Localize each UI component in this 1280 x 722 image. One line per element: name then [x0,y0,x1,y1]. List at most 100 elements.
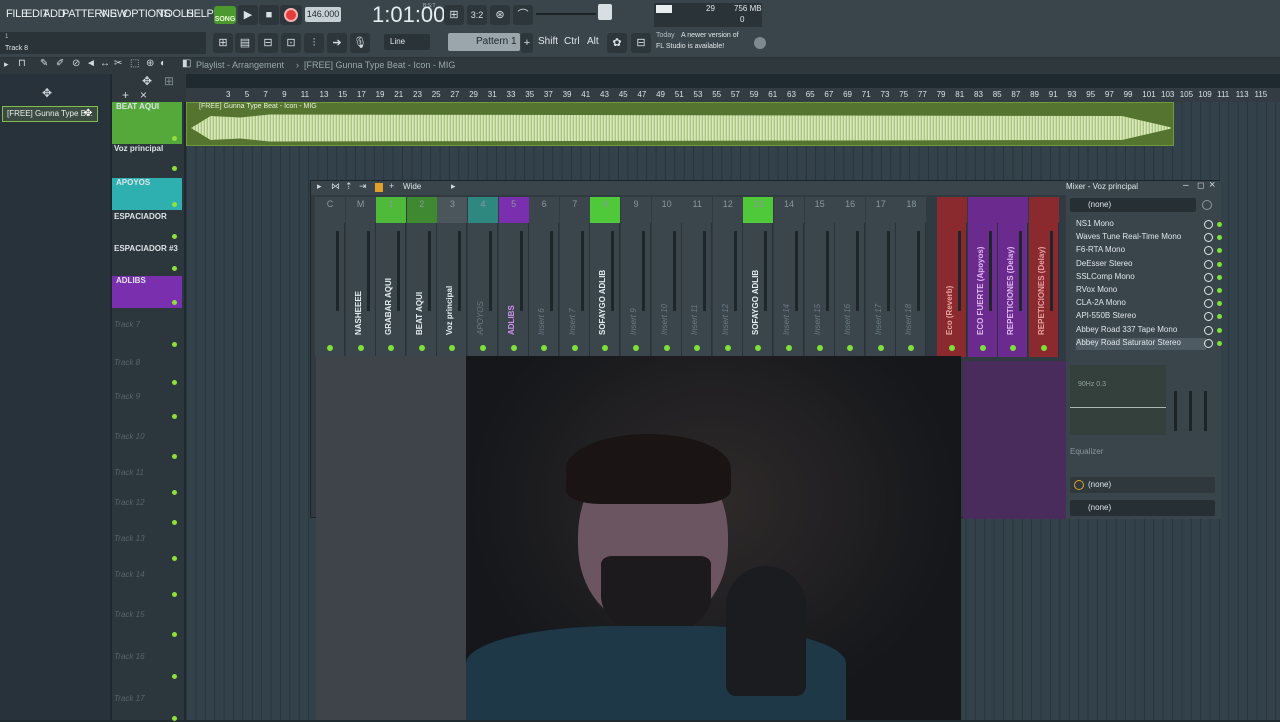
strip-enable-led[interactable] [357,345,364,351]
mixer-strip[interactable]: 18 Insert 18 [896,197,927,357]
record-button[interactable] [280,5,302,25]
output-selector-2[interactable]: (none) [1070,500,1215,516]
snap-selector[interactable]: Line [384,34,430,50]
input-selector[interactable]: (none) [1070,198,1196,212]
track-header[interactable]: Track 7 [112,320,182,348]
mixer-strip[interactable]: Eco (Reverb) [937,197,967,357]
track-header[interactable]: Track 14 [112,570,182,598]
mixer-strip[interactable]: 11 Insert 11 [682,197,713,357]
strip-enable-led[interactable] [449,345,456,351]
song-mode-toggle[interactable]: SONG [214,6,236,24]
mixer-strip[interactable]: REPETICIONES (Delay) [998,197,1029,357]
track-header[interactable]: Track 16 [112,652,182,680]
track-mute-led[interactable] [172,556,177,561]
track-header[interactable]: ESPACIADOR [112,212,182,240]
fx-mix-knob[interactable] [1204,325,1213,335]
mixer-strip[interactable]: 1 GRABAR AQUI [376,197,407,357]
mixer-strip[interactable]: 8 SOFAYGO ADLIB [590,197,621,357]
plugin-picker-button[interactable]: ➔ [327,33,347,53]
fx-slot[interactable]: DeEsser Stereo [1076,259,1222,271]
track-mute-led[interactable] [172,166,177,171]
fx-slot[interactable]: CLA-2A Mono [1076,298,1222,310]
fx-slot[interactable]: Waves Tune Real-Time Mono [1076,232,1222,244]
track-header[interactable]: ESPACIADOR #3 [112,244,182,272]
recording-button[interactable]: 🎙 [350,33,370,53]
mixer-strip[interactable]: ECO FUERTE (Apoyos) [967,197,998,357]
track-mute-led[interactable] [172,136,177,141]
strip-enable-led[interactable] [510,345,517,351]
strip-enable-led[interactable] [724,345,731,351]
track-mute-led[interactable] [172,490,177,495]
globe-icon[interactable] [754,37,766,49]
eq-band-low-slider[interactable] [1174,391,1177,431]
mixer-strip[interactable]: 15 Insert 15 [804,197,835,357]
strip-enable-led[interactable] [327,345,333,351]
master-pitch-knob[interactable] [598,4,612,20]
mixer-strip[interactable]: 5 ADLIBS [498,197,529,357]
magnet-icon[interactable]: ⊓ [18,58,26,69]
track-mute-led[interactable] [172,342,177,347]
mixer-strip[interactable]: M NASHEEEE [345,197,376,357]
news-text-2[interactable]: FL Studio is available! [656,43,724,50]
strip-enable-led[interactable] [571,345,578,351]
alt-key-button[interactable]: Alt [587,36,599,47]
track-mute-led[interactable] [172,300,177,305]
fx-mix-knob[interactable] [1204,299,1213,309]
track-header[interactable]: Track 10 [112,432,182,460]
delete-icon[interactable]: ⊘ [72,58,80,69]
strip-enable-led[interactable] [541,345,548,351]
track-header[interactable]: Voz principal [112,144,182,172]
menu-help[interactable]: HELP [186,8,214,20]
fx-slot[interactable]: API-550B Stereo [1076,311,1222,323]
mixer-strip[interactable]: 13 SOFAYGO ADLIB [743,197,774,357]
fx-mix-knob[interactable] [1204,259,1213,269]
track-header[interactable]: APOYOS [112,178,182,210]
input-settings-icon[interactable] [1202,200,1212,210]
step-edit-button[interactable]: ⌒ [513,5,533,25]
shift-key-button[interactable]: Shift [538,36,558,47]
close-track-icon[interactable]: × [140,88,147,102]
strip-enable-led[interactable] [755,345,762,351]
strip-enable-led[interactable] [418,345,425,351]
piano-roll-button[interactable]: ⊟ [258,33,278,53]
strip-enable-led[interactable] [1040,345,1047,351]
track-mute-led[interactable] [172,520,177,525]
track-header[interactable]: Track 11 [112,468,182,496]
fx-mix-knob[interactable] [1204,220,1213,229]
fx-slot[interactable]: RVox Mono [1076,285,1222,297]
strip-enable-led[interactable] [979,345,986,351]
fx-mix-knob[interactable] [1204,246,1213,256]
pencil-icon[interactable]: ✎ [40,58,48,69]
fx-mix-knob[interactable] [1204,272,1213,282]
mixer-strip[interactable]: 14 Insert 14 [774,197,804,357]
track-header[interactable]: Track 12 [112,498,182,526]
fx-enable-led[interactable] [1217,274,1222,280]
track-mute-led[interactable] [172,234,177,239]
fx-slot[interactable]: F6-RTA Mono [1076,245,1222,257]
fx-mix-knob[interactable] [1204,233,1213,243]
select-icon[interactable]: ⬚ [130,58,139,69]
strip-enable-led[interactable] [694,345,701,351]
add-track-icon[interactable]: + [122,88,129,102]
fx-slot[interactable]: Abbey Road Saturator Stereo [1076,337,1222,350]
eq-band-mid-slider[interactable] [1189,391,1192,431]
fx-enable-led[interactable] [1217,288,1222,293]
strip-enable-led[interactable] [949,345,955,351]
browser-button[interactable]: ⊡ [281,33,301,53]
strip-enable-led[interactable] [1010,345,1017,351]
zoom-icon[interactable]: ⊕ [146,58,154,69]
track-mute-led[interactable] [172,632,177,637]
tempo-display[interactable]: 146.000 [305,7,341,22]
fx-enable-led[interactable] [1217,261,1222,267]
strip-enable-led[interactable] [786,345,792,351]
channel-rack-button[interactable]: ▤ [235,33,255,53]
strip-enable-led[interactable] [877,345,884,351]
master-volume-slider[interactable] [536,13,596,15]
stop-button[interactable]: ■ [259,5,279,25]
playlist-button[interactable]: ⊞ [213,33,233,53]
mixer-strip[interactable]: 17 Insert 17 [865,197,896,357]
track-mute-led[interactable] [172,380,177,385]
fx-enable-led[interactable] [1217,222,1222,227]
pattern-scroll-icon[interactable]: ✥ [42,86,52,100]
add-pattern-button[interactable]: + [521,33,533,53]
